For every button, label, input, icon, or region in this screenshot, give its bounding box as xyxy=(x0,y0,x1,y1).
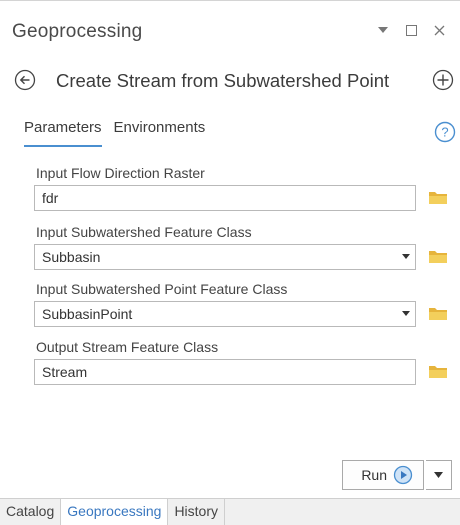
tab-geoprocessing[interactable]: Geoprocessing xyxy=(61,499,169,525)
pane-controls xyxy=(376,23,446,37)
tab-history[interactable]: History xyxy=(168,499,225,525)
folder-icon[interactable] xyxy=(428,188,448,208)
help-icon[interactable]: ? xyxy=(434,121,456,143)
chevron-down-icon xyxy=(402,311,410,316)
geoprocessing-pane: Geoprocessing Create Stream from Subwate… xyxy=(0,0,460,525)
pane-titlebar: Geoprocessing xyxy=(0,9,460,53)
chevron-down-icon xyxy=(402,254,410,259)
pane-title: Geoprocessing xyxy=(12,21,143,42)
restore-icon[interactable] xyxy=(404,23,418,37)
plus-circle-icon[interactable] xyxy=(432,69,454,91)
back-arrow-icon[interactable] xyxy=(14,69,36,91)
subwatershed-value: Subbasin xyxy=(42,249,101,265)
tool-tabs: Parameters Environments xyxy=(24,119,205,147)
run-button[interactable]: Run xyxy=(342,460,424,490)
bottom-tabs: Catalog Geoprocessing History xyxy=(0,498,460,525)
tab-catalog[interactable]: Catalog xyxy=(0,499,62,525)
subwatershed-point-label: Input Subwatershed Point Feature Class xyxy=(36,281,288,297)
run-group: Run xyxy=(342,460,452,490)
tab-parameters[interactable]: Parameters xyxy=(24,119,102,147)
run-options-dropdown[interactable] xyxy=(426,460,452,490)
pane-menu-icon[interactable] xyxy=(376,23,390,37)
folder-icon[interactable] xyxy=(428,247,448,267)
subwatershed-label: Input Subwatershed Feature Class xyxy=(36,224,252,240)
subwatershed-dropdown[interactable]: Subbasin xyxy=(34,244,416,270)
tool-header: Create Stream from Subwatershed Point xyxy=(0,63,460,99)
svg-text:?: ? xyxy=(441,125,448,140)
flow-direction-input[interactable]: fdr xyxy=(34,185,416,211)
play-icon xyxy=(393,465,413,485)
subwatershed-point-dropdown[interactable]: SubbasinPoint xyxy=(34,301,416,327)
chevron-down-icon xyxy=(434,472,443,478)
tool-name: Create Stream from Subwatershed Point xyxy=(56,70,390,91)
run-label: Run xyxy=(361,467,387,483)
folder-icon[interactable] xyxy=(428,304,448,324)
output-stream-input[interactable]: Stream xyxy=(34,359,416,385)
flow-direction-label: Input Flow Direction Raster xyxy=(36,165,205,181)
subwatershed-point-value: SubbasinPoint xyxy=(42,306,133,322)
output-stream-label: Output Stream Feature Class xyxy=(36,339,219,355)
folder-icon[interactable] xyxy=(428,362,448,382)
close-icon[interactable] xyxy=(432,23,446,37)
output-stream-value: Stream xyxy=(42,364,88,380)
flow-direction-value: fdr xyxy=(42,190,59,206)
tab-environments[interactable]: Environments xyxy=(114,119,206,147)
